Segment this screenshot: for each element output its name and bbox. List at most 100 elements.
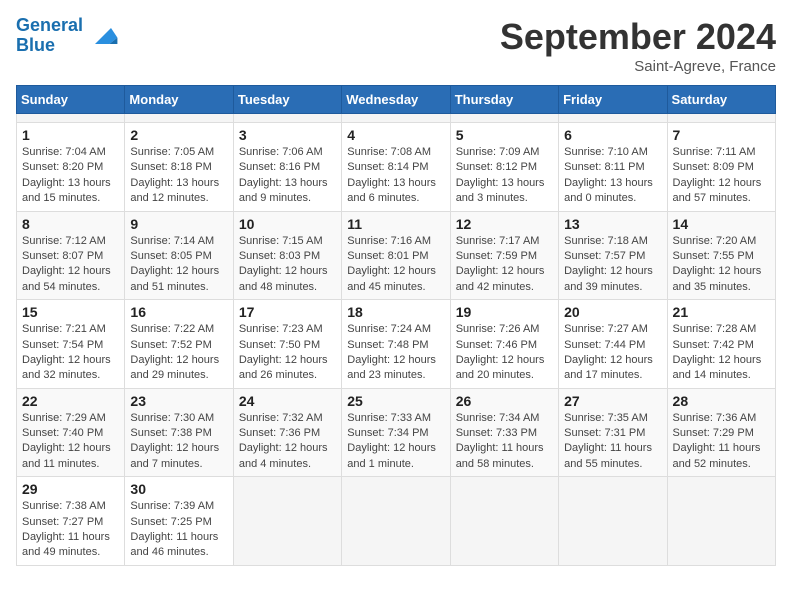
day-number: 20 bbox=[564, 304, 661, 320]
weekday-header: Friday bbox=[559, 86, 667, 114]
calendar-cell: 16Sunrise: 7:22 AM Sunset: 7:52 PM Dayli… bbox=[125, 300, 233, 389]
day-number: 6 bbox=[564, 127, 661, 143]
calendar-cell: 30 Sunrise: 7:39 AM Sunset: 7:25 PM Dayli… bbox=[125, 477, 233, 566]
calendar-week-row: 22 Sunrise: 7:29 AM Sunset: 7:40 PM Dayli… bbox=[17, 388, 776, 477]
day-number: 28 bbox=[673, 393, 770, 409]
weekday-header-row: SundayMondayTuesdayWednesdayThursdayFrid… bbox=[17, 86, 776, 114]
calendar-cell: 8 Sunrise: 7:12 AM Sunset: 8:07 PM Daylig… bbox=[17, 211, 125, 300]
calendar-cell bbox=[450, 477, 558, 566]
calendar-cell: 9Sunrise: 7:14 AM Sunset: 8:05 PM Daylig… bbox=[125, 211, 233, 300]
day-number: 22 bbox=[22, 393, 119, 409]
day-detail: Sunrise: 7:39 AM Sunset: 7:25 PM Dayligh… bbox=[130, 499, 227, 561]
page-header: General Blue September 2024 Saint-Agreve… bbox=[16, 16, 776, 75]
day-detail: Sunrise: 7:05 AM Sunset: 8:18 PM Dayligh… bbox=[130, 145, 227, 207]
calendar-cell: 21 Sunrise: 7:28 AM Sunset: 7:42 PM Dayli… bbox=[667, 300, 775, 389]
calendar-cell: 26 Sunrise: 7:34 AM Sunset: 7:33 PM Dayli… bbox=[450, 388, 558, 477]
day-number: 26 bbox=[456, 393, 553, 409]
day-number: 11 bbox=[347, 216, 444, 232]
weekday-header: Sunday bbox=[17, 86, 125, 114]
calendar-cell: 19 Sunrise: 7:26 AM Sunset: 7:46 PM Dayli… bbox=[450, 300, 558, 389]
calendar-cell: 11 Sunrise: 7:16 AM Sunset: 8:01 PM Dayli… bbox=[342, 211, 450, 300]
calendar-week-row bbox=[17, 114, 776, 123]
day-detail: Sunrise: 7:32 AM Sunset: 7:36 PM Dayligh… bbox=[239, 411, 336, 473]
day-detail: Sunrise: 7:17 AM Sunset: 7:59 PM Dayligh… bbox=[456, 234, 553, 296]
calendar-cell bbox=[342, 477, 450, 566]
day-number: 3 bbox=[239, 127, 336, 143]
calendar-week-row: 15Sunrise: 7:21 AM Sunset: 7:54 PM Dayli… bbox=[17, 300, 776, 389]
calendar-cell: 4 Sunrise: 7:08 AM Sunset: 8:14 PM Daylig… bbox=[342, 123, 450, 212]
calendar-cell: 13Sunrise: 7:18 AM Sunset: 7:57 PM Dayli… bbox=[559, 211, 667, 300]
calendar-cell bbox=[233, 477, 341, 566]
day-detail: Sunrise: 7:27 AM Sunset: 7:44 PM Dayligh… bbox=[564, 322, 661, 384]
day-number: 4 bbox=[347, 127, 444, 143]
weekday-header: Thursday bbox=[450, 86, 558, 114]
logo-text: General Blue bbox=[16, 16, 83, 56]
weekday-header: Monday bbox=[125, 86, 233, 114]
day-number: 24 bbox=[239, 393, 336, 409]
month-title: September 2024 bbox=[500, 16, 776, 58]
calendar-cell: 10Sunrise: 7:15 AM Sunset: 8:03 PM Dayli… bbox=[233, 211, 341, 300]
calendar-cell: 1Sunrise: 7:04 AM Sunset: 8:20 PM Daylig… bbox=[17, 123, 125, 212]
day-number: 15 bbox=[22, 304, 119, 320]
calendar-cell: 29 Sunrise: 7:38 AM Sunset: 7:27 PM Dayli… bbox=[17, 477, 125, 566]
calendar-cell: 6 Sunrise: 7:10 AM Sunset: 8:11 PM Daylig… bbox=[559, 123, 667, 212]
day-detail: Sunrise: 7:11 AM Sunset: 8:09 PM Dayligh… bbox=[673, 145, 770, 207]
day-number: 5 bbox=[456, 127, 553, 143]
calendar-cell: 3 Sunrise: 7:06 AM Sunset: 8:16 PM Daylig… bbox=[233, 123, 341, 212]
day-detail: Sunrise: 7:04 AM Sunset: 8:20 PM Dayligh… bbox=[22, 145, 119, 207]
day-detail: Sunrise: 7:35 AM Sunset: 7:31 PM Dayligh… bbox=[564, 411, 661, 473]
calendar-cell: 27Sunrise: 7:35 AM Sunset: 7:31 PM Dayli… bbox=[559, 388, 667, 477]
day-detail: Sunrise: 7:16 AM Sunset: 8:01 PM Dayligh… bbox=[347, 234, 444, 296]
day-number: 29 bbox=[22, 481, 119, 497]
day-detail: Sunrise: 7:36 AM Sunset: 7:29 PM Dayligh… bbox=[673, 411, 770, 473]
day-detail: Sunrise: 7:09 AM Sunset: 8:12 PM Dayligh… bbox=[456, 145, 553, 207]
calendar-cell: 28 Sunrise: 7:36 AM Sunset: 7:29 PM Dayli… bbox=[667, 388, 775, 477]
calendar-cell: 23 Sunrise: 7:30 AM Sunset: 7:38 PM Dayli… bbox=[125, 388, 233, 477]
day-number: 16 bbox=[130, 304, 227, 320]
calendar-cell bbox=[559, 477, 667, 566]
calendar-cell bbox=[450, 114, 558, 123]
calendar-cell bbox=[17, 114, 125, 123]
day-number: 14 bbox=[673, 216, 770, 232]
day-number: 30 bbox=[130, 481, 227, 497]
logo-line2: Blue bbox=[16, 35, 55, 55]
day-number: 19 bbox=[456, 304, 553, 320]
calendar-cell bbox=[667, 114, 775, 123]
day-detail: Sunrise: 7:28 AM Sunset: 7:42 PM Dayligh… bbox=[673, 322, 770, 384]
logo-icon bbox=[87, 20, 119, 52]
day-detail: Sunrise: 7:12 AM Sunset: 8:07 PM Dayligh… bbox=[22, 234, 119, 296]
day-number: 9 bbox=[130, 216, 227, 232]
calendar-table: SundayMondayTuesdayWednesdayThursdayFrid… bbox=[16, 85, 776, 566]
day-detail: Sunrise: 7:38 AM Sunset: 7:27 PM Dayligh… bbox=[22, 499, 119, 561]
calendar-cell: 7Sunrise: 7:11 AM Sunset: 8:09 PM Daylig… bbox=[667, 123, 775, 212]
title-block: September 2024 Saint-Agreve, France bbox=[500, 16, 776, 75]
day-detail: Sunrise: 7:06 AM Sunset: 8:16 PM Dayligh… bbox=[239, 145, 336, 207]
location-title: Saint-Agreve, France bbox=[500, 58, 776, 75]
day-detail: Sunrise: 7:26 AM Sunset: 7:46 PM Dayligh… bbox=[456, 322, 553, 384]
calendar-week-row: 1Sunrise: 7:04 AM Sunset: 8:20 PM Daylig… bbox=[17, 123, 776, 212]
day-number: 2 bbox=[130, 127, 227, 143]
day-number: 13 bbox=[564, 216, 661, 232]
calendar-cell: 12 Sunrise: 7:17 AM Sunset: 7:59 PM Dayli… bbox=[450, 211, 558, 300]
day-detail: Sunrise: 7:29 AM Sunset: 7:40 PM Dayligh… bbox=[22, 411, 119, 473]
day-number: 23 bbox=[130, 393, 227, 409]
weekday-header: Wednesday bbox=[342, 86, 450, 114]
calendar-cell: 25Sunrise: 7:33 AM Sunset: 7:34 PM Dayli… bbox=[342, 388, 450, 477]
calendar-cell: 24 Sunrise: 7:32 AM Sunset: 7:36 PM Dayli… bbox=[233, 388, 341, 477]
day-number: 18 bbox=[347, 304, 444, 320]
day-number: 10 bbox=[239, 216, 336, 232]
calendar-cell bbox=[667, 477, 775, 566]
day-detail: Sunrise: 7:08 AM Sunset: 8:14 PM Dayligh… bbox=[347, 145, 444, 207]
day-number: 8 bbox=[22, 216, 119, 232]
day-detail: Sunrise: 7:10 AM Sunset: 8:11 PM Dayligh… bbox=[564, 145, 661, 207]
calendar-week-row: 8 Sunrise: 7:12 AM Sunset: 8:07 PM Daylig… bbox=[17, 211, 776, 300]
calendar-week-row: 29 Sunrise: 7:38 AM Sunset: 7:27 PM Dayli… bbox=[17, 477, 776, 566]
day-number: 21 bbox=[673, 304, 770, 320]
calendar-cell bbox=[342, 114, 450, 123]
day-number: 17 bbox=[239, 304, 336, 320]
weekday-header: Tuesday bbox=[233, 86, 341, 114]
day-number: 12 bbox=[456, 216, 553, 232]
day-detail: Sunrise: 7:30 AM Sunset: 7:38 PM Dayligh… bbox=[130, 411, 227, 473]
day-detail: Sunrise: 7:34 AM Sunset: 7:33 PM Dayligh… bbox=[456, 411, 553, 473]
day-detail: Sunrise: 7:23 AM Sunset: 7:50 PM Dayligh… bbox=[239, 322, 336, 384]
